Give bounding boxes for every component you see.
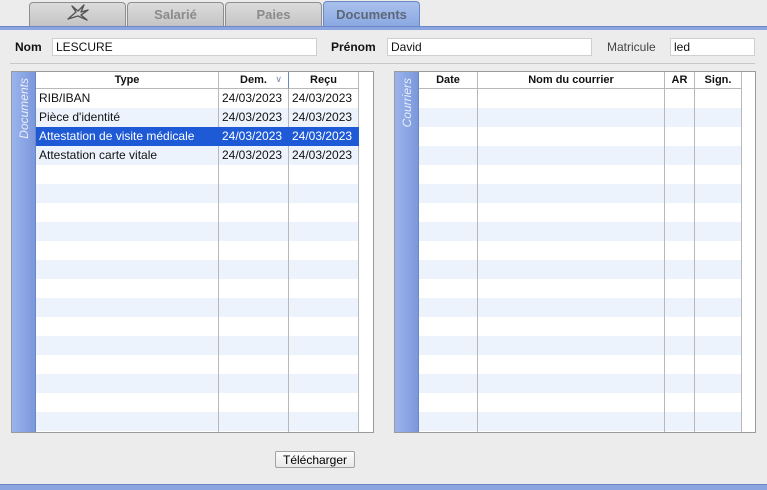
cell-recu: 24/03/2023 — [292, 110, 353, 124]
tab-salarie[interactable]: Salarié — [127, 2, 224, 26]
row-stripe — [36, 260, 359, 279]
row-stripe — [36, 355, 359, 374]
cell-recu: 24/03/2023 — [292, 91, 353, 105]
row-stripe — [36, 336, 359, 355]
row-stripe — [36, 317, 359, 336]
column-divider — [741, 89, 742, 432]
matricule-field[interactable] — [670, 38, 755, 56]
row-stripe — [36, 184, 359, 203]
cell-dem: 24/03/2023 — [222, 129, 283, 143]
prenom-field[interactable] — [387, 38, 592, 56]
column-divider — [694, 89, 695, 432]
cell-recu: 24/03/2023 — [292, 148, 353, 162]
cell-dem: 24/03/2023 — [222, 110, 283, 124]
documents-panel: Documents Type Dem. ∨ Reçu RIB/IBAN 24/03… — [11, 71, 374, 433]
bottom-divider — [0, 484, 767, 490]
cell-dem: 24/03/2023 — [222, 91, 283, 105]
courriers-side-label: Courriers — [399, 78, 414, 128]
matricule-label: Matricule — [607, 40, 656, 54]
header-separator — [10, 63, 755, 64]
column-divider — [664, 89, 665, 432]
column-header-type[interactable]: Type — [36, 72, 219, 89]
telecharger-button[interactable]: Télécharger — [275, 451, 355, 468]
row-stripe — [36, 393, 359, 412]
row-stripe — [36, 374, 359, 393]
tab-bar: Salarié Paies Documents — [0, 0, 767, 27]
cell-type: Attestation de visite médicale — [39, 129, 195, 143]
prenom-label: Prénom — [331, 40, 376, 54]
tab-documents[interactable]: Documents — [323, 1, 420, 27]
courriers-side-bar: Courriers — [395, 72, 419, 432]
cell-recu: 24/03/2023 — [292, 129, 353, 143]
tab-paies[interactable]: Paies — [225, 2, 322, 26]
column-header-ar[interactable]: AR — [665, 72, 695, 89]
row-stripe — [36, 279, 359, 298]
nom-label: Nom — [15, 40, 42, 54]
row-stripe — [36, 241, 359, 260]
cell-type: RIB/IBAN — [39, 91, 91, 105]
column-header-sign[interactable]: Sign. — [695, 72, 742, 89]
tab-divider — [0, 26, 767, 30]
column-header-dem-label: Dem. — [240, 74, 267, 86]
row-stripe — [36, 298, 359, 317]
column-header-nom-courrier[interactable]: Nom du courrier — [478, 72, 665, 89]
courriers-panel: Courriers Date Nom du courrier AR Sign. — [394, 71, 756, 433]
row-stripe — [36, 222, 359, 241]
row-stripe — [36, 412, 359, 431]
column-header-recu[interactable]: Reçu — [289, 72, 359, 89]
row-stripe — [36, 203, 359, 222]
bird-logo-icon — [65, 4, 91, 25]
cell-type: Attestation carte vitale — [39, 148, 158, 162]
column-divider — [477, 89, 478, 432]
row-stripe — [36, 165, 359, 184]
documents-side-label: Documents — [16, 78, 31, 139]
documents-side-bar: Documents — [12, 72, 36, 432]
cell-dem: 24/03/2023 — [222, 148, 283, 162]
column-header-dem[interactable]: Dem. ∨ — [219, 72, 289, 89]
cell-type: Pièce d'identité — [39, 110, 121, 124]
column-header-date[interactable]: Date — [419, 72, 478, 89]
tab-logo[interactable] — [29, 2, 126, 26]
sort-descending-icon: ∨ — [275, 74, 282, 84]
nom-field[interactable] — [52, 38, 317, 56]
